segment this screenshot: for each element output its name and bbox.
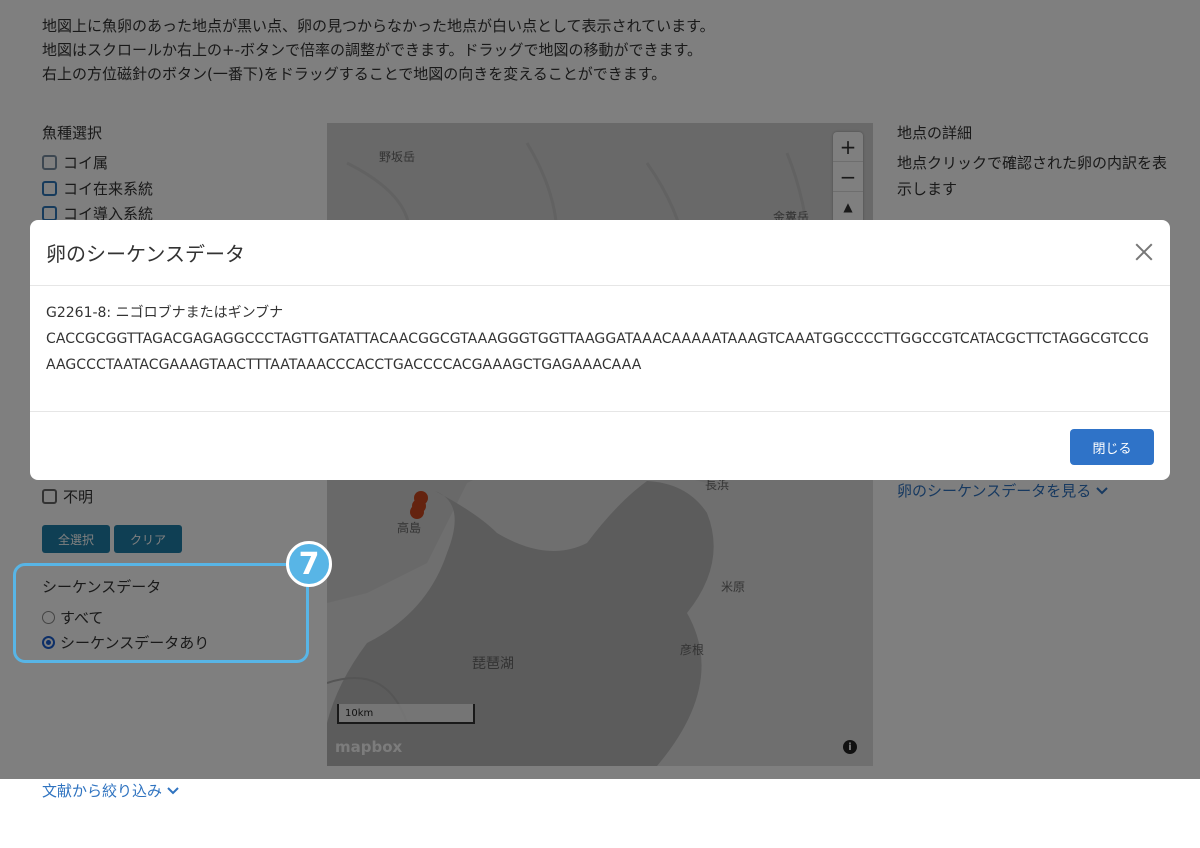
- highlight-sequence-filter: [13, 563, 309, 663]
- close-button[interactable]: 閉じる: [1070, 429, 1154, 465]
- sequence-modal: 卵のシーケンスデータ G2261-8: ニゴロブナまたはギンブナ CACCGCG…: [30, 220, 1170, 480]
- sample-id: G2261-8: ニゴロブナまたはギンブナ: [46, 305, 284, 321]
- step-badge: 7: [286, 541, 332, 587]
- sequence-text: CACCGCGGTTAGACGAGAGGCCCTAGTTGATATTACAACG…: [46, 331, 1149, 373]
- modal-footer: 閉じる: [30, 411, 1170, 481]
- modal-title: 卵のシーケンスデータ: [46, 242, 245, 266]
- close-icon[interactable]: [1132, 240, 1156, 264]
- modal-header: 卵のシーケンスデータ: [30, 220, 1170, 286]
- chevron-down-icon: [167, 787, 179, 795]
- page: 地図上に魚卵のあった地点が黒い点、卵の見つからなかった地点が白い点として表示され…: [0, 0, 1200, 848]
- filter-by-reference-label: 文献から絞り込み: [42, 782, 163, 800]
- filter-by-reference-link[interactable]: 文献から絞り込み: [42, 780, 179, 801]
- modal-body: G2261-8: ニゴロブナまたはギンブナ CACCGCGGTTAGACGAGA…: [46, 300, 1156, 378]
